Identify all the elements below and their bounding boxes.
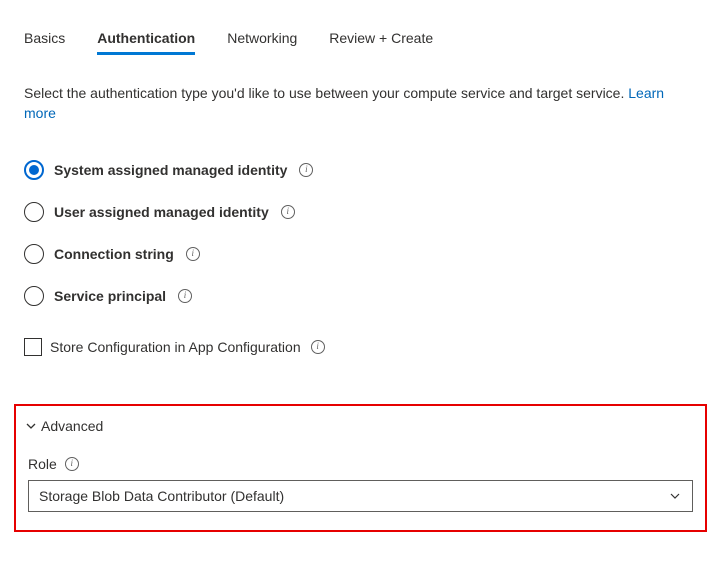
- tab-authentication[interactable]: Authentication: [97, 24, 195, 55]
- advanced-section-highlight: Advanced Role i Storage Blob Data Contri…: [14, 404, 707, 532]
- radio-system-assigned[interactable]: [24, 160, 44, 180]
- intro-text: Select the authentication type you'd lik…: [24, 83, 699, 124]
- role-label: Role: [28, 456, 57, 472]
- option-system-assigned[interactable]: System assigned managed identity i: [24, 160, 699, 180]
- option-label-sp: Service principal: [54, 288, 166, 304]
- role-select-value: Storage Blob Data Contributor (Default): [39, 488, 284, 504]
- option-label-system: System assigned managed identity: [54, 162, 287, 178]
- tabs-bar: Basics Authentication Networking Review …: [24, 24, 699, 55]
- option-service-principal[interactable]: Service principal i: [24, 286, 699, 306]
- advanced-toggle[interactable]: Advanced: [25, 418, 693, 434]
- store-config-label: Store Configuration in App Configuration: [50, 339, 301, 355]
- role-select[interactable]: Storage Blob Data Contributor (Default): [28, 480, 693, 512]
- option-label-connstr: Connection string: [54, 246, 174, 262]
- tab-review-create[interactable]: Review + Create: [329, 24, 433, 55]
- store-config-row[interactable]: Store Configuration in App Configuration…: [24, 338, 699, 356]
- radio-user-assigned[interactable]: [24, 202, 44, 222]
- role-label-row: Role i: [28, 456, 693, 472]
- info-icon[interactable]: i: [65, 457, 79, 471]
- advanced-label: Advanced: [41, 418, 103, 434]
- option-label-user: User assigned managed identity: [54, 204, 269, 220]
- radio-connection-string[interactable]: [24, 244, 44, 264]
- option-connection-string[interactable]: Connection string i: [24, 244, 699, 264]
- info-icon[interactable]: i: [281, 205, 295, 219]
- intro-body: Select the authentication type you'd lik…: [24, 85, 628, 101]
- chevron-down-icon: [25, 420, 37, 432]
- info-icon[interactable]: i: [311, 340, 325, 354]
- tab-basics[interactable]: Basics: [24, 24, 65, 55]
- chevron-down-icon: [668, 489, 682, 503]
- store-config-checkbox[interactable]: [24, 338, 42, 356]
- option-user-assigned[interactable]: User assigned managed identity i: [24, 202, 699, 222]
- auth-options-group: System assigned managed identity i User …: [24, 160, 699, 306]
- info-icon[interactable]: i: [186, 247, 200, 261]
- info-icon[interactable]: i: [178, 289, 192, 303]
- radio-service-principal[interactable]: [24, 286, 44, 306]
- tab-networking[interactable]: Networking: [227, 24, 297, 55]
- info-icon[interactable]: i: [299, 163, 313, 177]
